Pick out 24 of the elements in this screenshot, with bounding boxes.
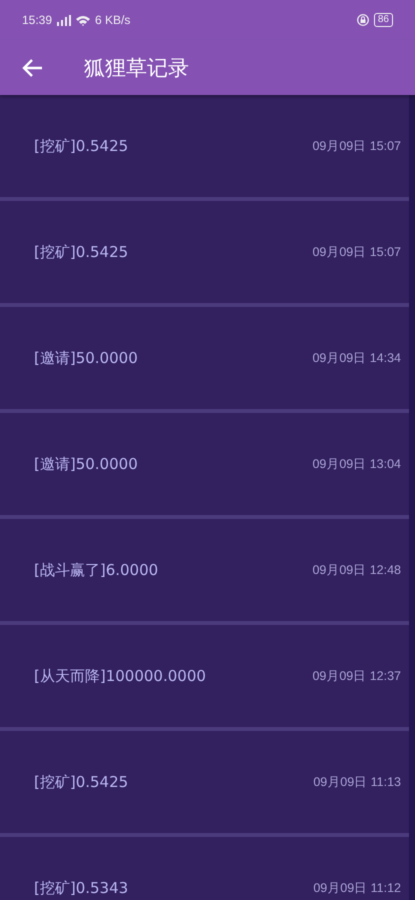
record-amount: [挖矿]0.5343 — [34, 878, 128, 898]
record-amount: [挖矿]0.5425 — [34, 136, 128, 156]
battery-level: 86 — [374, 13, 393, 27]
back-button[interactable] — [22, 56, 44, 78]
lock-icon — [356, 14, 369, 26]
record-amount: [从天而降]100000.0000 — [34, 666, 206, 686]
record-amount: [邀请]50.0000 — [34, 348, 138, 368]
record-amount: [挖矿]0.5425 — [34, 242, 128, 262]
record-amount: [邀请]50.0000 — [34, 454, 138, 474]
record-time: 09月09日 13:04 — [312, 456, 401, 472]
record-time: 09月09日 15:07 — [312, 138, 401, 154]
network-speed: 6 KB/s — [95, 13, 130, 27]
record-time: 09月09日 12:37 — [312, 668, 401, 684]
record-amount: [挖矿]0.5425 — [34, 772, 128, 792]
record-time: 09月09日 11:13 — [313, 774, 401, 790]
record-amount: [战斗赢了]6.0000 — [34, 560, 158, 580]
signal-icon — [57, 14, 72, 26]
record-time: 09月09日 14:34 — [312, 350, 401, 366]
record-time: 09月09日 12:48 — [312, 562, 401, 578]
page-title: 狐狸草记录 — [84, 54, 189, 82]
wifi-icon — [76, 14, 90, 26]
record-time: 09月09日 15:07 — [312, 244, 401, 260]
clock-time: 15:39 — [22, 13, 52, 27]
record-time: 09月09日 11:12 — [313, 880, 401, 896]
